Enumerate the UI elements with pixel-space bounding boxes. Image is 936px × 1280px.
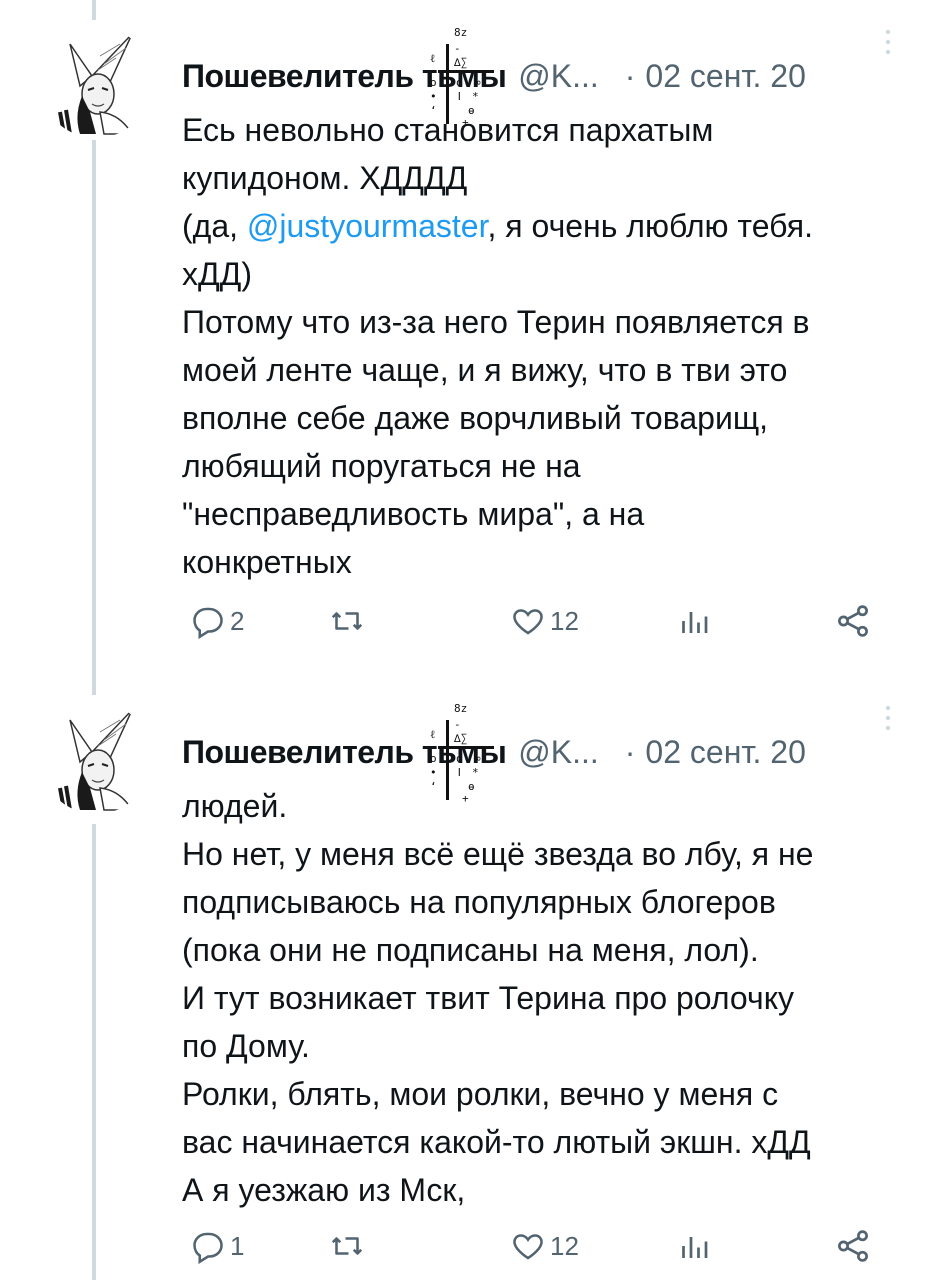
svg-text:•: • [430, 766, 437, 779]
tweet-text-part: , я очень люблю тебя. хДД) Потому что из… [182, 208, 813, 580]
timestamp[interactable]: 02 сент. 20 [645, 58, 805, 95]
svg-text:*: * [472, 90, 479, 103]
share-button[interactable] [834, 599, 872, 643]
svg-text:ℓ: ℓ [430, 52, 435, 65]
views-button[interactable] [676, 599, 712, 643]
svg-text:ǀ: ǀ [456, 90, 463, 103]
svg-text:∆∑: ∆∑ [453, 732, 467, 745]
retweet-button[interactable] [328, 599, 370, 643]
views-icon [682, 612, 708, 633]
like-button[interactable]: 12 [510, 1224, 579, 1268]
views-icon [682, 1237, 708, 1258]
avatar[interactable] [40, 26, 152, 138]
tweet-text: Есь невольно становится пархатым купидон… [182, 106, 902, 586]
like-button[interactable]: 12 [510, 599, 579, 643]
svg-text:∞: ∞ [474, 76, 481, 89]
avatar-drawing [58, 709, 134, 811]
svg-text:o: o [456, 76, 463, 89]
svg-text:*: * [472, 766, 479, 779]
reply-count: 2 [230, 605, 245, 636]
share-button[interactable] [834, 1224, 872, 1268]
svg-text:o: o [430, 76, 437, 89]
reply-icon [193, 607, 223, 639]
tweet-actions: 1 12 [182, 1224, 882, 1268]
svg-text:-: - [454, 718, 461, 731]
like-count: 12 [550, 1230, 579, 1261]
more-vertical-icon[interactable] [884, 24, 892, 64]
reply-button[interactable]: 1 [190, 1224, 244, 1268]
svg-text:•: • [430, 90, 437, 103]
svg-text:∞: ∞ [474, 752, 481, 765]
views-button[interactable] [676, 1224, 712, 1268]
tweet-actions: 2 12 [182, 599, 882, 643]
retweet-button[interactable] [328, 1224, 370, 1268]
separator: · [624, 733, 636, 770]
tweet-header: Пошевелитель тьмы 8z - ℓ ∆∑ o o ∞ • ǀ * ʻɵ + … [182, 702, 806, 805]
reply-count: 1 [230, 1230, 245, 1261]
retweet-icon [331, 612, 363, 630]
handle[interactable]: @K... [518, 58, 599, 95]
heart-icon [513, 1234, 543, 1260]
tweet-header: Пошевелитель тьмы 8z - ℓ ∆∑ o o ∞ • ǀ * ʻɵ + … [182, 26, 806, 129]
thread-line-top [92, 0, 96, 20]
handle[interactable]: @K... [518, 734, 599, 771]
heart-icon [513, 609, 543, 635]
mention-link[interactable]: @justyourmaster [247, 208, 488, 244]
tweet-text: людей. Но нет, у меня всё ещё звезда во … [182, 788, 814, 1208]
share-icon [838, 605, 868, 637]
separator: · [624, 57, 636, 94]
svg-text:ǀ: ǀ [456, 766, 463, 779]
svg-text:-: - [454, 42, 461, 55]
svg-text:8z: 8z [454, 26, 467, 39]
timestamp[interactable]: 02 сент. 20 [645, 734, 805, 771]
reply-button[interactable]: 2 [190, 599, 244, 643]
tweet[interactable]: Пошевелитель тьмы 8z - ℓ ∆∑ o o ∞ • ǀ * ʻɵ + … [0, 702, 936, 1280]
svg-text:o: o [456, 752, 463, 765]
retweet-icon [331, 1237, 363, 1255]
like-count: 12 [550, 605, 579, 636]
avatar-drawing [58, 33, 134, 135]
svg-text:∆∑: ∆∑ [453, 56, 467, 69]
svg-text:ℓ: ℓ [430, 728, 435, 741]
share-icon [838, 1230, 868, 1262]
more-vertical-icon[interactable] [884, 700, 892, 740]
tweet[interactable]: Пошевелитель тьмы 8z - ℓ ∆∑ o o ∞ • ǀ * ʻɵ + … [0, 26, 936, 654]
svg-text:o: o [430, 752, 437, 765]
avatar[interactable] [40, 702, 152, 814]
svg-text:8z: 8z [454, 702, 467, 715]
reply-icon [193, 1232, 223, 1264]
